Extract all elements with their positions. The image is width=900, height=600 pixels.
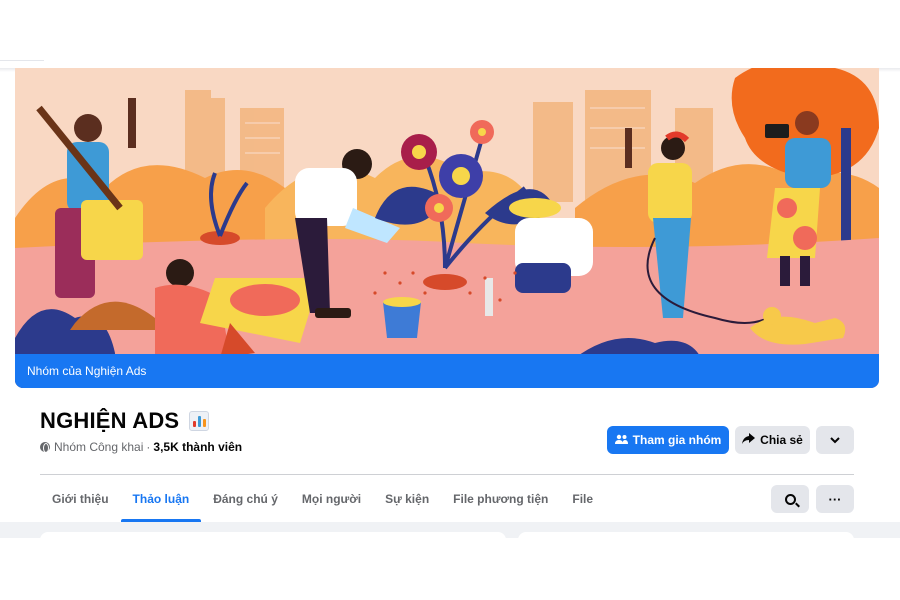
- group-tabs: Giới thiệu Thảo luận Đáng chú ý Mọi ngườ…: [40, 476, 605, 522]
- search-icon: [784, 493, 796, 505]
- tab-discussion[interactable]: Thảo luận: [120, 476, 202, 522]
- top-divider: [0, 60, 44, 61]
- cover-photo[interactable]: Nhóm của Nghiện Ads: [15, 68, 879, 388]
- bar-chart-emoji-icon: [189, 411, 210, 431]
- page-bottom: [0, 538, 900, 600]
- group-members-count[interactable]: 3,5K thành viên: [153, 440, 242, 454]
- group-search-button[interactable]: [771, 485, 809, 513]
- header-divider: [40, 474, 854, 475]
- cover-illustration: [15, 68, 879, 388]
- group-name-heading[interactable]: NGHIỆN ADS: [40, 408, 210, 434]
- join-group-button[interactable]: Tham gia nhóm: [607, 426, 729, 454]
- more-options-button[interactable]: [816, 426, 854, 454]
- more-dots-icon: ···: [828, 491, 842, 507]
- group-name[interactable]: NGHIỆN ADS: [40, 408, 179, 434]
- share-label: Chia sẻ: [760, 433, 803, 447]
- tab-featured[interactable]: Đáng chú ý: [201, 476, 290, 522]
- group-meta: Nhóm Công khai · 3,5K thành viên: [40, 440, 242, 454]
- share-button[interactable]: Chia sẻ: [735, 426, 810, 454]
- cover-caption[interactable]: Nhóm của Nghiện Ads: [15, 354, 879, 388]
- tab-events[interactable]: Sự kiện: [373, 476, 441, 522]
- people-icon: [614, 433, 628, 447]
- tab-people[interactable]: Mọi người: [290, 476, 373, 522]
- tabs-more-button[interactable]: ···: [816, 485, 854, 513]
- share-arrow-icon: [742, 433, 756, 447]
- join-group-label: Tham gia nhóm: [632, 433, 722, 447]
- globe-icon: [40, 442, 50, 453]
- tab-about[interactable]: Giới thiệu: [40, 476, 121, 522]
- meta-separator: ·: [146, 440, 151, 454]
- tab-media[interactable]: File phương tiện: [441, 476, 560, 522]
- tab-files[interactable]: File: [560, 476, 605, 522]
- chevron-down-icon: [830, 433, 840, 447]
- browser-top-area: [0, 0, 900, 68]
- group-privacy: Nhóm Công khai: [54, 440, 144, 454]
